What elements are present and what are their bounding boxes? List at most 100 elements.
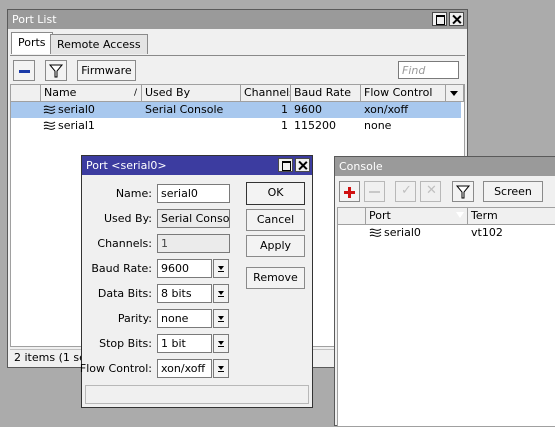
column-header-port[interactable]: Port	[366, 208, 468, 225]
baud-rate-select[interactable]: 9600	[157, 259, 212, 278]
cell-channels: 1	[281, 119, 288, 132]
close-button[interactable]	[295, 158, 310, 172]
column-header-name-label: Name	[44, 86, 77, 99]
data-bits-label: Data Bits:	[97, 287, 152, 300]
stop-bits-label: Stop Bits:	[99, 337, 152, 350]
flow-control-dropdown-button[interactable]	[213, 359, 229, 378]
channels-field: 1	[157, 234, 230, 253]
name-field[interactable]: serial0	[157, 184, 230, 203]
maximize-button[interactable]	[278, 158, 293, 172]
column-header-blank	[11, 85, 41, 102]
cross-icon: ✕	[426, 183, 437, 198]
column-header-blank	[338, 208, 366, 225]
filter-icon	[48, 64, 64, 78]
column-header-baud-rate[interactable]: Baud Rate	[291, 85, 361, 102]
column-header-channels-label: Channels	[244, 86, 291, 99]
column-header-flow-control[interactable]: Flow Control	[361, 85, 446, 102]
column-header-baud-rate-label: Baud Rate	[294, 86, 351, 99]
find-input[interactable]: Find	[398, 61, 459, 79]
baud-rate-label: Baud Rate:	[91, 262, 152, 275]
tab-ports[interactable]: Ports	[11, 32, 53, 54]
filter-button[interactable]	[45, 60, 67, 81]
tab-remote-access-label: Remote Access	[57, 38, 141, 51]
column-header-term[interactable]: Term	[468, 208, 555, 225]
minus-icon	[19, 70, 30, 73]
column-header-flow-control-label: Flow Control	[364, 86, 433, 99]
used-by-field: Serial Console	[157, 209, 230, 228]
firmware-button[interactable]: Firmware	[77, 60, 136, 81]
column-header-used-by-label: Used By	[145, 86, 191, 99]
column-header-port-label: Port	[369, 209, 391, 222]
add-button[interactable]	[339, 181, 360, 202]
tab-ports-label: Ports	[18, 36, 46, 49]
apply-button[interactable]: Apply	[246, 235, 305, 257]
check-icon: ✓	[401, 183, 412, 198]
table-row[interactable]: serial0 Serial Console 1 9600 xon/xoff	[11, 102, 461, 118]
used-by-label: Used By:	[104, 212, 152, 225]
column-header-term-label: Term	[471, 209, 498, 222]
remove-button[interactable]	[13, 60, 35, 81]
tab-remote-access[interactable]: Remote Access	[50, 34, 148, 54]
minus-icon	[369, 191, 380, 193]
port-dialog: Port <serial0> Name: serial0 Used By: Se…	[80, 155, 313, 408]
disable-button[interactable]: ✕	[420, 181, 441, 202]
columns-menu-button[interactable]	[446, 85, 464, 102]
cell-name: serial1	[58, 119, 95, 132]
firmware-button-label: Firmware	[81, 64, 132, 77]
find-placeholder: Find	[402, 64, 426, 77]
filter-button[interactable]	[452, 181, 474, 202]
column-header-used-by[interactable]: Used By	[142, 85, 241, 102]
cancel-button[interactable]: Cancel	[246, 209, 305, 231]
close-button[interactable]	[449, 12, 464, 26]
parity-label: Parity:	[117, 312, 152, 325]
cell-flow-control: none	[364, 119, 392, 132]
apply-button-label: Apply	[259, 239, 292, 252]
console-window: Console ✓ ✕ Screen Port Term serial0 vt1…	[334, 156, 555, 427]
column-header-name[interactable]: Name /	[41, 85, 142, 102]
console-table: Port Term serial0 vt102	[337, 207, 555, 427]
cell-baud-rate: 115200	[294, 119, 336, 132]
parity-dropdown-button[interactable]	[213, 309, 229, 328]
cancel-button-label: Cancel	[256, 213, 295, 226]
maximize-button[interactable]	[432, 12, 447, 26]
port-list-title: Port List	[12, 13, 57, 26]
port-dialog-title: Port <serial0>	[86, 159, 167, 172]
port-list-titlebar[interactable]: Port List	[8, 10, 467, 29]
stop-bits-select[interactable]: 1 bit	[157, 334, 212, 353]
cell-used-by: Serial Console	[145, 103, 224, 116]
cell-used-by	[142, 118, 241, 134]
console-titlebar[interactable]: Console	[335, 157, 555, 176]
cell-baud-rate: 9600	[294, 103, 322, 116]
cell-channels: 1	[281, 103, 288, 116]
parity-select[interactable]: none	[157, 309, 212, 328]
table-row[interactable]: serial0 vt102	[338, 225, 555, 241]
stop-bits-dropdown-button[interactable]	[213, 334, 229, 353]
cell-term: vt102	[471, 226, 503, 239]
table-row[interactable]: serial1 1 115200 none	[11, 118, 461, 134]
remove-port-button[interactable]: Remove	[246, 267, 305, 289]
cell-name: serial0	[58, 103, 95, 116]
screen-button-label: Screen	[494, 185, 532, 198]
data-bits-dropdown-button[interactable]	[213, 284, 229, 303]
baud-rate-dropdown-button[interactable]	[213, 259, 229, 278]
ok-button[interactable]: OK	[246, 182, 305, 205]
console-title: Console	[339, 160, 383, 173]
plus-icon-vertical	[348, 187, 351, 198]
remove-button[interactable]	[364, 181, 385, 202]
port-dialog-titlebar[interactable]: Port <serial0>	[82, 156, 312, 175]
chevron-down-icon	[450, 91, 458, 96]
column-header-channels[interactable]: Channels	[241, 85, 291, 102]
cell-flow-control: xon/xoff	[364, 103, 409, 116]
remove-button-label: Remove	[253, 271, 298, 284]
flow-control-select[interactable]: xon/xoff	[157, 359, 212, 378]
flow-control-label: Flow Control:	[79, 362, 152, 375]
enable-button[interactable]: ✓	[395, 181, 416, 202]
ok-button-label: OK	[267, 186, 284, 199]
dialog-status-bar	[85, 385, 309, 404]
screen-button[interactable]: Screen	[483, 181, 543, 202]
cell-port: serial0	[384, 226, 421, 239]
sort-indicator-icon: /	[133, 88, 137, 98]
data-bits-select[interactable]: 8 bits	[157, 284, 212, 303]
channels-label: Channels:	[97, 237, 152, 250]
name-label: Name:	[115, 187, 152, 200]
